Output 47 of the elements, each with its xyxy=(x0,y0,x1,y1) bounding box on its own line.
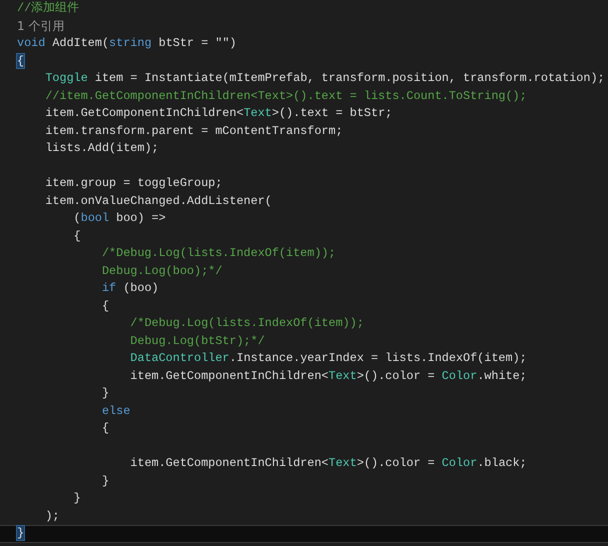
keyword: bool xyxy=(80,211,110,226)
keyword: else xyxy=(102,404,130,418)
type-name: Color xyxy=(442,368,478,383)
code-text: .black; xyxy=(477,456,527,470)
code-text: ( xyxy=(74,211,81,226)
code-text: (boo) xyxy=(122,281,159,296)
code-comment: /*Debug.Log(lists.IndexOf(item)); xyxy=(130,316,364,330)
code-text: item.GetComponentInChildren< xyxy=(130,456,329,470)
keyword: if xyxy=(102,281,116,296)
code-text: { xyxy=(74,228,81,243)
code-comment: Debug.Log(btStr);*/ xyxy=(130,334,265,348)
code-text: item.GetComponentInChildren< xyxy=(45,106,244,120)
code-text: >().color = xyxy=(356,456,436,470)
type-name: DataController xyxy=(130,351,230,366)
code-text: boo) => xyxy=(115,211,166,226)
code-text: lists.Add(item); xyxy=(45,141,159,156)
type-name: Text xyxy=(328,368,357,383)
code-text: item.onValueChanged.AddListener( xyxy=(45,194,272,208)
type-name: Color xyxy=(442,456,478,470)
code-text: item.GetComponentInChildren< xyxy=(130,368,329,383)
type-name: Text xyxy=(328,456,357,470)
code-text: btStr = "") xyxy=(158,36,236,50)
code-text: item.group = toggleGroup; xyxy=(45,176,222,190)
matched-brace: { xyxy=(17,54,24,68)
code-text: { xyxy=(102,421,110,436)
type-name: Toggle xyxy=(45,71,88,86)
code-text: } xyxy=(74,491,81,506)
code-text: .Instance.yearIndex = lists.IndexOf(item); xyxy=(229,351,527,366)
keyword: void xyxy=(17,36,46,50)
code-comment: //item.GetComponentInChildren<Text>().text = lists.Count.ToString(); xyxy=(45,88,527,103)
code-comment: //添加组件 xyxy=(17,1,80,15)
code-text: ); xyxy=(45,508,60,523)
code-comment: /*Debug.Log(lists.IndexOf(item)); xyxy=(102,246,336,260)
code-text: item.transform.parent = mContentTransform; xyxy=(45,124,343,138)
code-text: .white; xyxy=(477,368,527,383)
code-text: { xyxy=(102,298,110,313)
code-text: >().text = btStr; xyxy=(272,106,392,120)
code-comment: Debug.Log(boo);*/ xyxy=(102,264,222,278)
code-text: } xyxy=(102,474,110,488)
code-text: item = Instantiate(mItemPrefab, transform.position, transform.rotation); xyxy=(94,71,605,86)
type-name: Text xyxy=(244,106,272,120)
code-text: >().color = xyxy=(356,368,436,383)
matched-brace: } xyxy=(17,526,24,540)
code-text: } xyxy=(102,386,110,400)
code-text: AddItem( xyxy=(51,36,110,50)
reference-count[interactable]: 1 个引用 xyxy=(17,18,64,33)
keyword: string xyxy=(109,36,152,50)
